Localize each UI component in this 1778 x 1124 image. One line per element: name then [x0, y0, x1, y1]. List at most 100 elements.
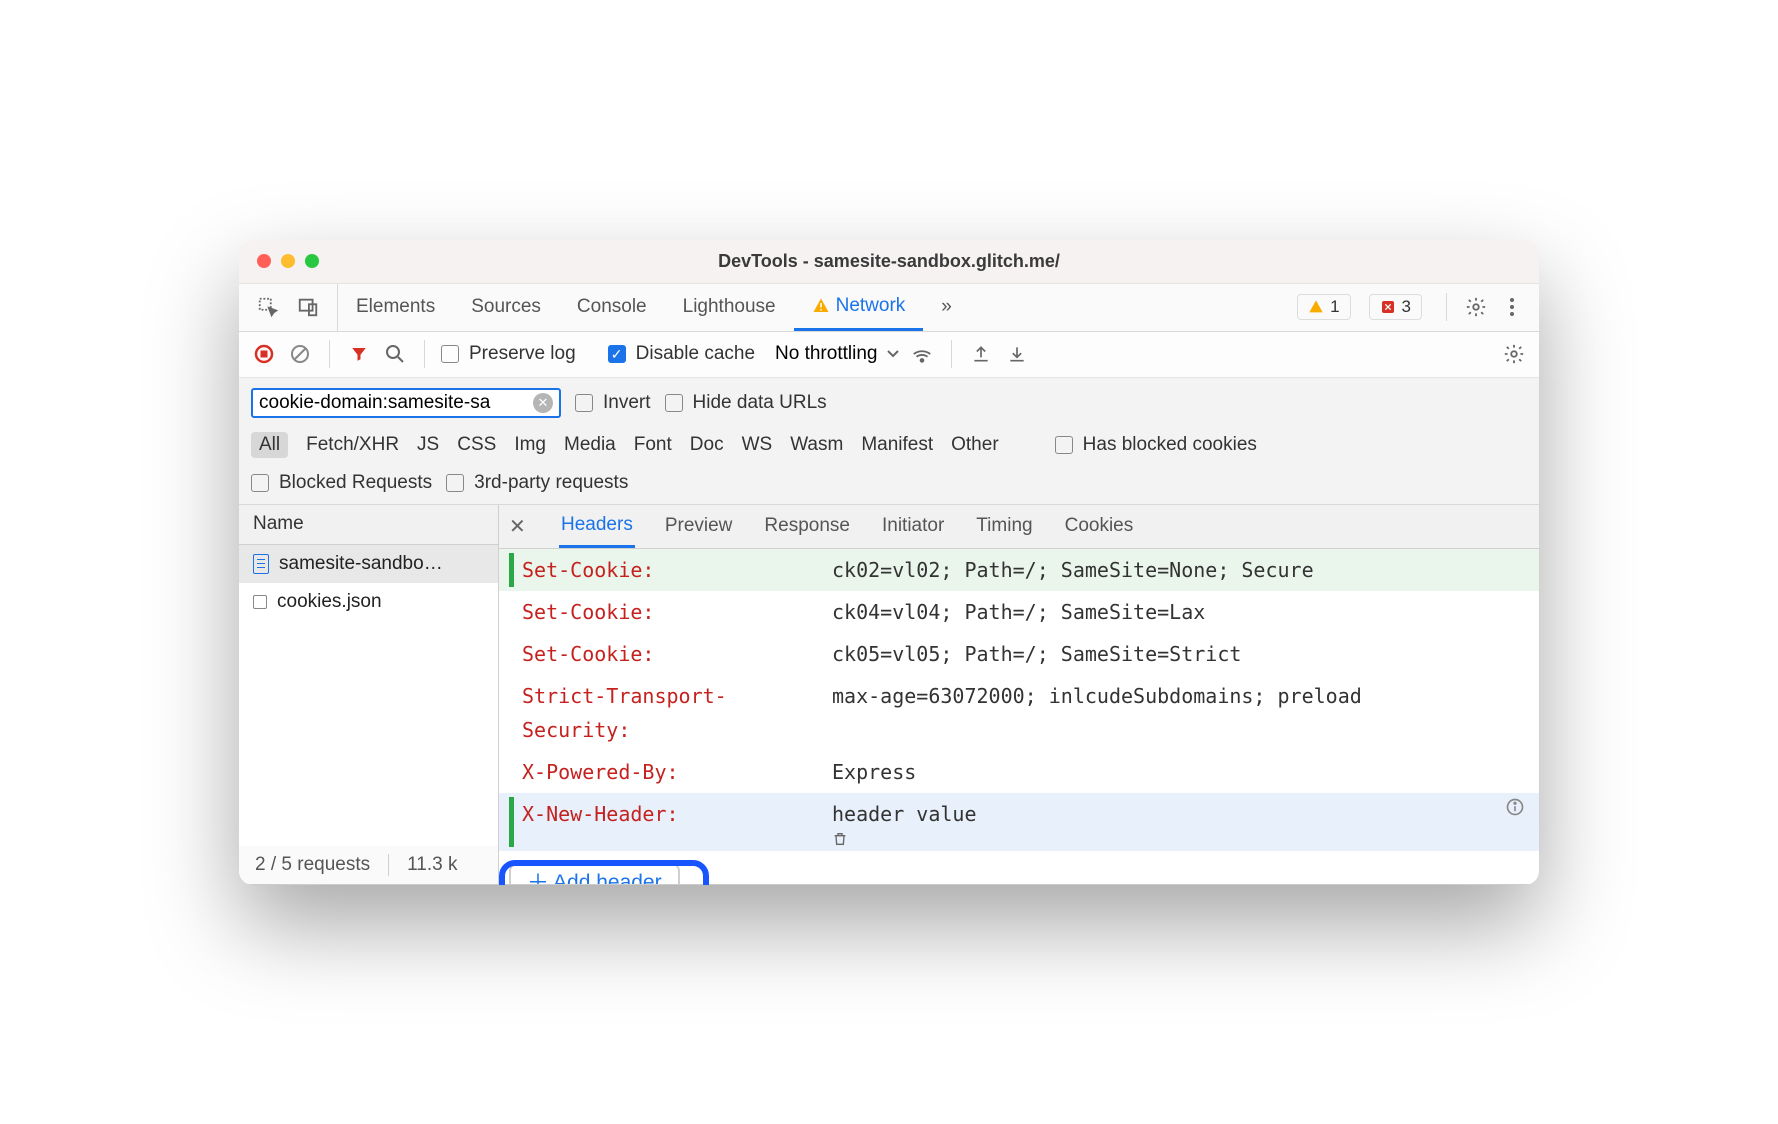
tab-console[interactable]: Console — [559, 284, 665, 331]
more-tabs-button[interactable]: » — [923, 284, 970, 331]
filter-icon[interactable] — [346, 341, 372, 367]
header-name: X-New-Header: — [522, 797, 832, 847]
header-name: Strict-Transport-Security: — [522, 679, 832, 747]
hide-data-urls-label: Hide data URLs — [693, 392, 827, 414]
type-filter-font[interactable]: Font — [634, 434, 672, 456]
preserve-log-checkbox[interactable] — [441, 345, 459, 363]
upload-har-icon[interactable] — [968, 341, 994, 367]
status-size: 11.3 k — [407, 854, 457, 876]
request-list-header: Name — [239, 505, 498, 545]
header-value: ck02=vl02; Path=/; SameSite=None; Secure — [832, 553, 1525, 587]
type-filter-all[interactable]: All — [251, 432, 288, 458]
request-list: Name samesite-sandbo… cookies.json 2 / 5… — [239, 505, 499, 884]
kebab-menu-icon[interactable] — [1499, 294, 1525, 320]
devtools-window: DevTools - samesite-sandbox.glitch.me/ E… — [239, 240, 1539, 885]
header-name: Set-Cookie: — [522, 637, 832, 671]
headers-list: Set-Cookie: ck02=vl02; Path=/; SameSite=… — [499, 549, 1539, 884]
third-party-label: 3rd-party requests — [474, 472, 628, 494]
close-window-icon[interactable] — [257, 254, 271, 268]
request-row[interactable]: samesite-sandbo… — [239, 545, 498, 583]
type-filters: All Fetch/XHR JS CSS Img Media Font Doc … — [251, 432, 1527, 458]
record-icon[interactable] — [251, 341, 277, 367]
type-filter-img[interactable]: Img — [514, 434, 546, 456]
clear-filter-icon[interactable]: ✕ — [533, 393, 553, 413]
delete-header-icon[interactable] — [832, 831, 1497, 847]
header-name: Set-Cookie: — [522, 595, 832, 629]
type-filter-wasm[interactable]: Wasm — [790, 434, 843, 456]
has-blocked-cookies-checkbox[interactable] — [1055, 436, 1073, 454]
type-filter-css[interactable]: CSS — [457, 434, 496, 456]
status-bar: 2 / 5 requests 11.3 k — [239, 846, 498, 884]
header-row[interactable]: Strict-Transport-Security: max-age=63072… — [499, 675, 1539, 751]
tab-network[interactable]: Network — [794, 284, 924, 331]
inspect-element-icon[interactable] — [255, 294, 281, 320]
detail-tab-initiator[interactable]: Initiator — [880, 505, 946, 548]
json-file-icon — [253, 595, 267, 609]
third-party-checkbox[interactable] — [446, 474, 464, 492]
filter-input[interactable] — [259, 392, 525, 414]
warning-icon — [812, 297, 830, 315]
type-filter-js[interactable]: JS — [417, 434, 439, 456]
detail-tab-response[interactable]: Response — [762, 505, 852, 548]
download-har-icon[interactable] — [1004, 341, 1030, 367]
filter-input-wrap: ✕ — [251, 388, 561, 418]
header-name: X-Powered-By: — [522, 755, 832, 789]
add-header-button[interactable]: ＋ Add header — [509, 863, 680, 884]
type-filter-media[interactable]: Media — [564, 434, 616, 456]
window-title: DevTools - samesite-sandbox.glitch.me/ — [239, 251, 1539, 272]
tab-elements[interactable]: Elements — [338, 284, 453, 331]
blocked-requests-checkbox[interactable] — [251, 474, 269, 492]
header-row[interactable]: Set-Cookie: ck05=vl05; Path=/; SameSite=… — [499, 633, 1539, 675]
throttling-select[interactable]: No throttling — [775, 343, 877, 365]
error-icon — [1380, 299, 1396, 315]
tab-sources[interactable]: Sources — [453, 284, 559, 331]
network-settings-icon[interactable] — [1501, 341, 1527, 367]
disable-cache-label: Disable cache — [636, 343, 755, 365]
minimize-window-icon[interactable] — [281, 254, 295, 268]
filter-bar: ✕ Invert Hide data URLs All Fetch/XHR JS… — [239, 378, 1539, 505]
disable-cache-checkbox[interactable]: ✓ — [608, 345, 626, 363]
detail-tab-timing[interactable]: Timing — [974, 505, 1034, 548]
type-filter-doc[interactable]: Doc — [690, 434, 724, 456]
content-split: Name samesite-sandbo… cookies.json 2 / 5… — [239, 505, 1539, 885]
detail-panel: ✕ Headers Preview Response Initiator Tim… — [499, 505, 1539, 884]
device-toolbar-icon[interactable] — [295, 294, 321, 320]
invert-checkbox[interactable] — [575, 394, 593, 412]
type-filter-other[interactable]: Other — [951, 434, 999, 456]
detail-tab-headers[interactable]: Headers — [559, 505, 635, 548]
info-icon[interactable] — [1505, 797, 1525, 847]
plus-icon: ＋ — [527, 872, 549, 884]
header-value: ck05=vl05; Path=/; SameSite=Strict — [832, 637, 1525, 671]
warnings-badge[interactable]: 1 — [1297, 294, 1350, 320]
header-row[interactable]: Set-Cookie: ck02=vl02; Path=/; SameSite=… — [499, 549, 1539, 591]
type-filter-manifest[interactable]: Manifest — [861, 434, 933, 456]
warning-icon — [1308, 299, 1324, 315]
close-detail-icon[interactable]: ✕ — [509, 514, 531, 539]
status-requests: 2 / 5 requests — [255, 854, 370, 876]
detail-tab-preview[interactable]: Preview — [663, 505, 735, 548]
header-row[interactable]: X-Powered-By: Express — [499, 751, 1539, 793]
titlebar: DevTools - samesite-sandbox.glitch.me/ — [239, 240, 1539, 284]
maximize-window-icon[interactable] — [305, 254, 319, 268]
invert-label: Invert — [603, 392, 651, 414]
hide-data-urls-checkbox[interactable] — [665, 394, 683, 412]
tab-lighthouse[interactable]: Lighthouse — [665, 284, 794, 331]
clear-icon[interactable] — [287, 341, 313, 367]
type-filter-ws[interactable]: WS — [742, 434, 773, 456]
panel-tabs: Elements Sources Console Lighthouse Netw… — [239, 284, 1539, 332]
network-conditions-icon[interactable] — [909, 341, 935, 367]
request-name: samesite-sandbo… — [279, 553, 443, 575]
type-filter-fetchxhr[interactable]: Fetch/XHR — [306, 434, 399, 456]
header-value: Express — [832, 755, 1525, 789]
chevron-down-icon[interactable] — [887, 350, 899, 358]
errors-badge[interactable]: 3 — [1369, 294, 1422, 320]
settings-icon[interactable] — [1463, 294, 1489, 320]
document-icon — [253, 554, 269, 574]
network-toolbar: Preserve log ✓ Disable cache No throttli… — [239, 332, 1539, 378]
header-row[interactable]: X-New-Header: header value — [499, 793, 1539, 851]
search-icon[interactable] — [382, 341, 408, 367]
header-name: Set-Cookie: — [522, 553, 832, 587]
request-row[interactable]: cookies.json — [239, 583, 498, 621]
header-row[interactable]: Set-Cookie: ck04=vl04; Path=/; SameSite=… — [499, 591, 1539, 633]
detail-tab-cookies[interactable]: Cookies — [1063, 505, 1136, 548]
